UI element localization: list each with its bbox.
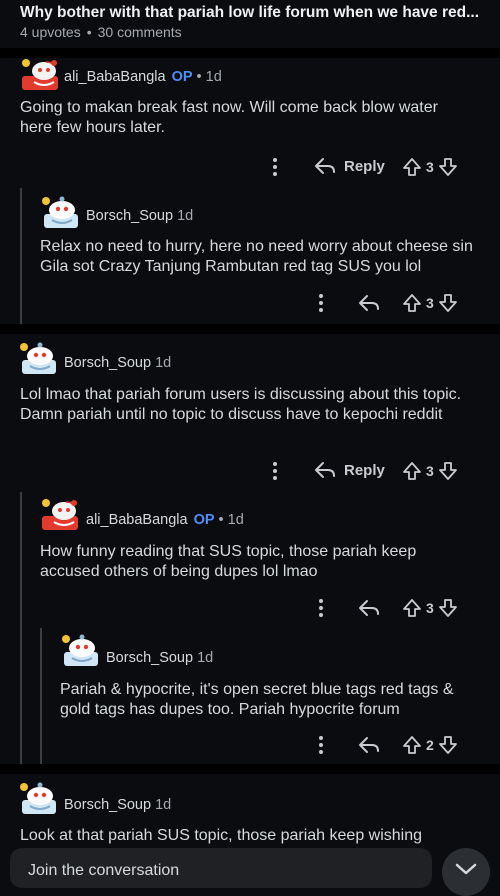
vote-controls: 2 bbox=[402, 735, 458, 755]
comment-author-line: ali_BabaBangla OP • 1d bbox=[64, 69, 222, 85]
red-snoo-avatar[interactable] bbox=[20, 58, 64, 90]
more-options-icon[interactable] bbox=[272, 157, 278, 177]
vote-count: 2 bbox=[426, 737, 434, 753]
comment-age: 1d bbox=[197, 650, 214, 666]
thread-line[interactable] bbox=[40, 628, 42, 764]
reply-icon bbox=[314, 157, 336, 175]
vote-controls: 3 bbox=[402, 293, 458, 313]
downvote-arrow-icon[interactable] bbox=[438, 598, 458, 618]
reply-button[interactable]: Reply bbox=[314, 157, 385, 175]
reply-button[interactable]: Reply bbox=[314, 461, 385, 479]
reply-button[interactable] bbox=[358, 294, 380, 312]
comment-author[interactable]: Borsch_Soup bbox=[106, 650, 193, 666]
downvote-arrow-icon[interactable] bbox=[438, 293, 458, 313]
thread-line[interactable] bbox=[20, 492, 22, 764]
reply-icon bbox=[314, 461, 336, 479]
comment-count: 30 comments bbox=[97, 24, 182, 40]
section-divider bbox=[0, 764, 500, 774]
white-snoo-avatar[interactable] bbox=[40, 196, 84, 228]
section-divider bbox=[0, 324, 500, 334]
comment-body: Pariah & hypocrite, it's open secret blu… bbox=[60, 681, 454, 718]
reply-icon bbox=[358, 294, 380, 312]
vote-controls: 3 bbox=[402, 598, 458, 618]
downvote-arrow-icon[interactable] bbox=[438, 157, 458, 177]
op-badge: OP bbox=[193, 512, 215, 528]
upvote-arrow-icon[interactable] bbox=[402, 735, 422, 755]
more-options-icon[interactable] bbox=[318, 735, 324, 755]
post-stats: 4 upvotes • 30 comments bbox=[20, 24, 182, 40]
comment-age: • 1d bbox=[218, 512, 244, 528]
vote-controls: 3 bbox=[402, 461, 458, 481]
upvote-arrow-icon[interactable] bbox=[402, 157, 422, 177]
downvote-arrow-icon[interactable] bbox=[438, 461, 458, 481]
upvote-count: 4 upvotes bbox=[20, 24, 81, 40]
join-conversation-input[interactable]: Join the conversation bbox=[10, 848, 432, 888]
reply-label: Reply bbox=[344, 461, 385, 479]
reply-icon bbox=[358, 599, 380, 617]
comment-age: 1d bbox=[155, 355, 172, 371]
comment-author[interactable]: Borsch_Soup bbox=[64, 355, 151, 371]
comment-author[interactable]: ali_BabaBangla bbox=[86, 512, 188, 528]
comment-author-line: Borsch_Soup 1d bbox=[64, 797, 171, 813]
comment-body: Relax no need to hurry, here no need wor… bbox=[40, 238, 473, 275]
vote-count: 3 bbox=[426, 600, 434, 616]
vote-controls: 3 bbox=[402, 157, 458, 177]
comment-body: Lol lmao that pariah forum users is disc… bbox=[20, 386, 462, 423]
more-options-icon[interactable] bbox=[272, 461, 278, 481]
reply-button[interactable] bbox=[358, 736, 380, 754]
comment-author[interactable]: Borsch_Soup bbox=[64, 797, 151, 813]
comment-body: How funny reading that SUS topic, those … bbox=[40, 543, 417, 580]
vote-count: 3 bbox=[426, 159, 434, 175]
composer-placeholder: Join the conversation bbox=[28, 862, 180, 879]
comment-age: • 1d bbox=[196, 69, 222, 85]
reply-label: Reply bbox=[344, 157, 385, 175]
upvote-arrow-icon[interactable] bbox=[402, 461, 422, 481]
post-title[interactable]: Why bother with that pariah low life for… bbox=[20, 4, 490, 22]
comment-author[interactable]: ali_BabaBangla bbox=[64, 69, 166, 85]
comment-age: 1d bbox=[155, 797, 172, 813]
thread-line[interactable] bbox=[20, 188, 22, 324]
upvote-arrow-icon[interactable] bbox=[402, 293, 422, 313]
downvote-arrow-icon[interactable] bbox=[438, 735, 458, 755]
comment-author[interactable]: Borsch_Soup bbox=[86, 208, 173, 224]
chevron-down-icon bbox=[454, 862, 478, 876]
reply-button[interactable] bbox=[358, 599, 380, 617]
op-badge: OP bbox=[171, 69, 193, 85]
white-snoo-avatar[interactable] bbox=[18, 782, 62, 814]
post-header: Why bother with that pariah low life for… bbox=[0, 0, 500, 48]
comment-author-line: ali_BabaBangla OP • 1d bbox=[86, 512, 244, 528]
reply-icon bbox=[358, 736, 380, 754]
comment-author-line: Borsch_Soup 1d bbox=[86, 208, 193, 224]
white-snoo-avatar[interactable] bbox=[18, 342, 62, 374]
more-options-icon[interactable] bbox=[318, 598, 324, 618]
comment-body: Going to makan break fast now. Will come… bbox=[20, 99, 438, 136]
comment-author-line: Borsch_Soup 1d bbox=[64, 355, 171, 371]
more-options-icon[interactable] bbox=[318, 293, 324, 313]
meta-separator: • bbox=[86, 24, 92, 40]
collapse-button[interactable] bbox=[442, 848, 490, 896]
comment-age: 1d bbox=[177, 208, 194, 224]
white-snoo-avatar[interactable] bbox=[60, 634, 104, 666]
comment-author-line: Borsch_Soup 1d bbox=[106, 650, 213, 666]
section-divider bbox=[0, 48, 500, 58]
vote-count: 3 bbox=[426, 295, 434, 311]
red-snoo-avatar[interactable] bbox=[40, 498, 84, 530]
vote-count: 3 bbox=[426, 463, 434, 479]
comment-body: Look at that pariah SUS topic, those par… bbox=[20, 827, 423, 844]
upvote-arrow-icon[interactable] bbox=[402, 598, 422, 618]
